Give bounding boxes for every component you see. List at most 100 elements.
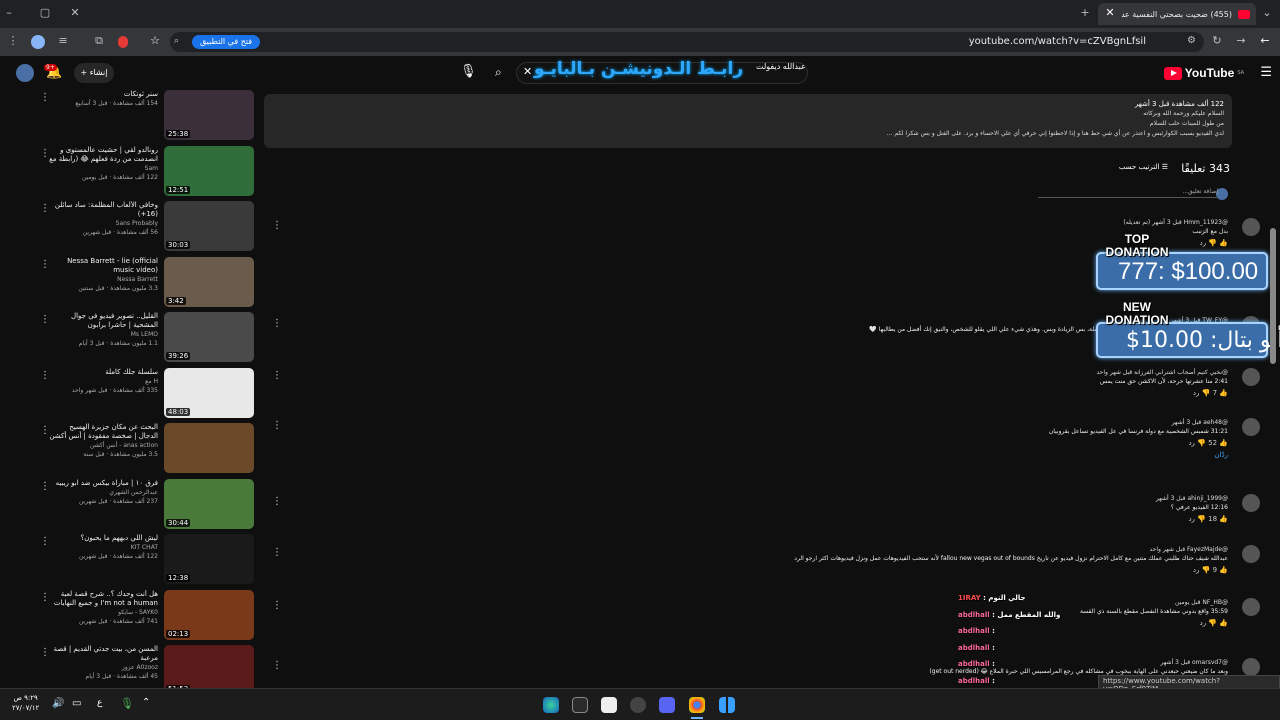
url-text[interactable]: youtube.com/watch?v=cZVBgnLfsil <box>969 36 1146 47</box>
related-video-item[interactable]: ⋮ سلسلة جلك كاملة H مع 335 ألف مشاهدة · … <box>0 366 262 422</box>
video-thumbnail[interactable]: 12:51 <box>164 145 254 196</box>
comment-avatar[interactable] <box>1242 418 1260 436</box>
video-thumbnail[interactable]: 30:44 <box>164 478 254 529</box>
comment-menu-icon[interactable]: ⋮ <box>272 600 282 611</box>
video-thumbnail[interactable]: 3:42 <box>164 256 254 307</box>
sort-button[interactable]: ☰ الترتيب حسب <box>1119 163 1168 171</box>
extensions-icon[interactable]: ⧉ <box>92 34 106 48</box>
related-video-item[interactable]: ⋮ ليش اللي دبههم ما يحبون؟ KIT CHAT 122 … <box>0 532 262 588</box>
mic-in-use-icon[interactable]: 🎙 <box>120 697 134 710</box>
close-tab-icon[interactable]: ✕ <box>1103 6 1117 20</box>
video-channel[interactable]: A0zooz عزوز <box>48 663 158 672</box>
related-video-item[interactable]: ⋮ هل أنت وحدك ؟.. شرح قصة لعبة I'm not a… <box>0 588 262 644</box>
video-thumbnail[interactable]: 39:26 <box>164 312 254 362</box>
related-video-item[interactable]: ⋮ Nessa Barrett - lie (official music vi… <box>0 255 262 311</box>
omnibox[interactable]: ⌕ فتح في التطبيق youtube.com/watch?v=cZV… <box>170 32 1204 52</box>
reply-button[interactable]: رد <box>1193 389 1200 397</box>
video-thumbnail[interactable]: 48:03 <box>164 367 254 418</box>
video-channel[interactable]: H مع <box>48 377 158 386</box>
like-icon[interactable]: 👍 <box>1219 515 1228 523</box>
obs-icon[interactable] <box>630 697 646 713</box>
comment-avatar[interactable] <box>1242 494 1260 512</box>
comment-avatar[interactable] <box>1242 218 1260 236</box>
volume-icon[interactable]: 🔊 <box>52 698 64 709</box>
like-icon[interactable]: 👍 <box>1219 439 1228 447</box>
comment-author[interactable]: @aeh48 قبل 3 أشهر <box>328 418 1228 427</box>
video-description[interactable]: 122 ألف مشاهدة قبل 3 أشهر السلام عليكم و… <box>264 94 1232 148</box>
comment-avatar[interactable] <box>1242 658 1260 676</box>
tab-search-icon[interactable]: ⌄ <box>1260 6 1274 20</box>
video-title[interactable]: المسن من، بيت جدتي القديم | قصة مرعبة <box>48 645 158 663</box>
hamburger-menu-icon[interactable]: ☰ <box>1260 65 1272 80</box>
video-channel[interactable]: SAYK0 - سايكو <box>48 608 158 617</box>
clock[interactable]: ٩:٢٩ ص ٢٧/٠٧/١٢ <box>12 693 39 713</box>
minimize-icon[interactable]: – <box>2 6 16 20</box>
like-icon[interactable]: 👍 <box>1219 619 1228 627</box>
language-indicator[interactable]: ع <box>97 698 102 708</box>
comment-menu-icon[interactable]: ⋮ <box>272 420 282 431</box>
related-video-item[interactable]: ⋮ فرق ١٠ | مباراة بيكس ضد ابو ريبيه عبدا… <box>0 477 262 533</box>
open-in-app-button[interactable]: فتح في التطبيق <box>192 35 261 49</box>
create-button[interactable]: + إنشاء <box>74 63 114 83</box>
comment-author[interactable]: @NF_HB قبل يومين <box>328 598 1228 607</box>
video-thumbnail[interactable] <box>164 423 254 473</box>
related-video-item[interactable]: ⋮ وخافي الألعاب المظلمة: ساد سائلن (16+)… <box>0 199 262 255</box>
video-channel[interactable]: KIT CHAT <box>48 543 158 552</box>
video-thumbnail[interactable]: 30:03 <box>164 201 254 251</box>
new-tab-icon[interactable]: + <box>1078 6 1092 20</box>
comment-menu-icon[interactable]: ⋮ <box>272 660 282 671</box>
video-thumbnail[interactable]: 12:38 <box>164 534 254 584</box>
network-icon[interactable]: ▭ <box>72 698 81 709</box>
video-channel[interactable]: Ms LEMO <box>48 330 158 339</box>
video-channel[interactable]: anas action - أنس أكشن <box>48 441 158 450</box>
add-comment-input[interactable]: إضافة تعليق... <box>1038 188 1218 198</box>
back-icon[interactable]: ← <box>1258 34 1272 48</box>
zoom-icon[interactable]: ⌕ <box>174 36 179 46</box>
terminal-icon[interactable] <box>572 697 588 713</box>
like-icon[interactable]: 👍 <box>1219 566 1228 574</box>
replies-toggle[interactable]: ردّان <box>328 449 1228 461</box>
voice-search-icon[interactable]: 🎙 <box>460 64 477 79</box>
dislike-icon[interactable]: 👎 <box>1202 566 1211 574</box>
comment-avatar[interactable] <box>1242 545 1260 563</box>
comment-menu-icon[interactable]: ⋮ <box>272 318 282 329</box>
video-title[interactable]: وخافي الألعاب المظلمة: ساد سائلن (16+) <box>48 201 158 219</box>
like-icon[interactable]: 👍 <box>1219 239 1228 247</box>
video-title[interactable]: البحث عن مكان جزيرة الهسيح الدجال | صخصة… <box>48 423 158 441</box>
like-icon[interactable]: 👍 <box>1219 389 1228 397</box>
comment-menu-icon[interactable]: ⋮ <box>272 496 282 507</box>
forward-icon[interactable]: → <box>1234 34 1248 48</box>
video-channel[interactable]: Sans Probably <box>48 219 158 228</box>
menu-dots-icon[interactable]: ⋮ <box>6 34 20 48</box>
dislike-icon[interactable]: 👎 <box>1197 439 1206 447</box>
extension-red-icon[interactable] <box>118 36 128 48</box>
comment-menu-icon[interactable]: ⋮ <box>272 547 282 558</box>
reply-button[interactable]: رد <box>1200 619 1207 627</box>
reply-button[interactable]: رد <box>1193 566 1200 574</box>
dislike-icon[interactable]: 👎 <box>1197 515 1206 523</box>
reload-icon[interactable]: ↻ <box>1210 34 1224 48</box>
comment-author[interactable]: @ahinji_1999 قبل 3 أشهر <box>328 494 1228 503</box>
bookmark-star-icon[interactable]: ☆ <box>148 34 162 48</box>
tray-chevron-icon[interactable]: ⌃ <box>142 697 150 708</box>
dislike-icon[interactable]: 👎 <box>1202 389 1211 397</box>
clear-search-icon[interactable]: ✕ <box>523 65 532 78</box>
video-channel[interactable]: Nessa Barrett <box>48 275 158 284</box>
video-title[interactable]: سلسلة جلك كاملة <box>48 368 158 377</box>
related-video-item[interactable]: ⋮ القليل.. تصوير فيديو في جوال المشحية |… <box>0 310 262 366</box>
video-title[interactable]: سنر ثوتكات <box>48 90 158 99</box>
restore-icon[interactable]: ▢ <box>38 6 52 20</box>
search-input-text[interactable]: عبدالله ديفولت <box>756 62 806 71</box>
edge-icon[interactable] <box>543 697 559 713</box>
video-title[interactable]: هل أنت وحدك ؟.. شرح قصة لعبة I'm not a h… <box>48 590 158 608</box>
comment-avatar[interactable] <box>1242 368 1260 386</box>
reply-button[interactable]: رد <box>1200 239 1207 247</box>
capcut-icon[interactable] <box>601 697 617 713</box>
site-settings-icon[interactable]: ⚙ <box>1187 35 1196 46</box>
youtube-logo[interactable]: YouTube SA <box>1163 66 1244 80</box>
profile-avatar[interactable] <box>31 35 45 49</box>
comment-menu-icon[interactable]: ⋮ <box>272 370 282 381</box>
related-video-item[interactable]: ⋮ البحث عن مكان جزيرة الهسيح الدجال | صخ… <box>0 421 262 477</box>
comment-author[interactable]: @Hmm_11923 قبل 3 أشهر (تم تعديله) <box>328 218 1228 227</box>
comment-author[interactable]: @FayezMajde قبل شهر واحد <box>328 545 1228 554</box>
